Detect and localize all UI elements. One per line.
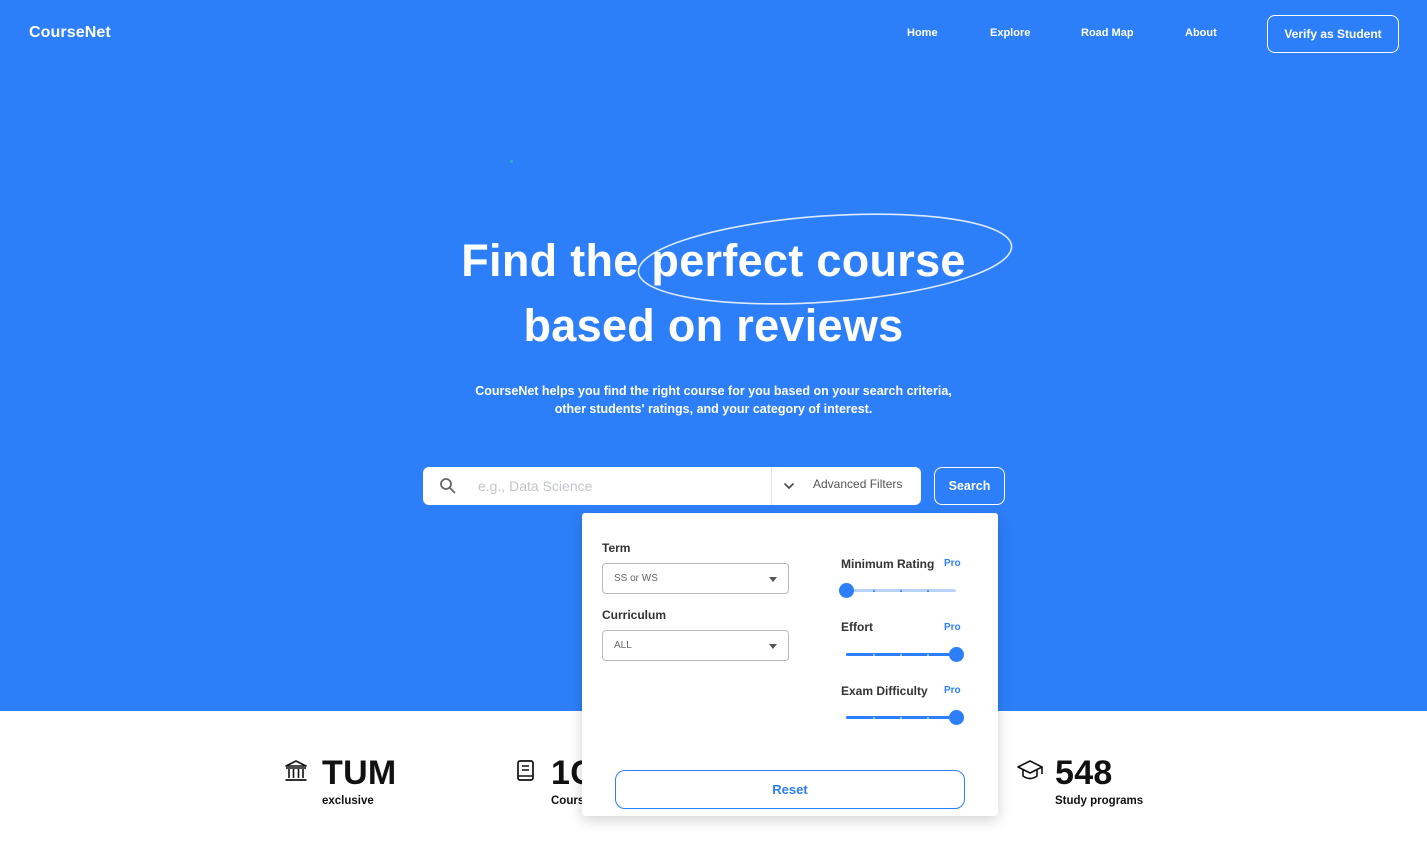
caret-down-icon — [769, 644, 777, 649]
effort-label: Effort — [841, 620, 873, 634]
pro-badge: Pro — [944, 558, 961, 569]
nav-home[interactable]: Home — [907, 27, 938, 39]
term-select[interactable]: SS or WS — [602, 563, 789, 594]
headline-line-1: Find the perfect course — [461, 235, 966, 286]
search-input[interactable] — [478, 476, 758, 496]
curriculum-value: ALL — [614, 640, 632, 651]
stat-label-programs: Study programs — [1055, 795, 1144, 807]
stat-label-courses: Cours — [551, 795, 585, 807]
slider-tick — [873, 717, 875, 719]
graduation-cap-icon — [1017, 760, 1043, 780]
curriculum-select[interactable]: ALL — [602, 630, 789, 661]
reset-button[interactable]: Reset — [615, 770, 965, 809]
curriculum-label: Curriculum — [602, 608, 667, 622]
slider-thumb[interactable] — [948, 710, 964, 725]
nav-explore[interactable]: Explore — [990, 27, 1030, 39]
decorative-dot — [510, 160, 513, 163]
slider-tick — [927, 717, 929, 719]
slider-tick — [873, 654, 875, 656]
headline-line-2: based on reviews — [523, 300, 904, 351]
pro-badge: Pro — [944, 622, 961, 633]
exam-difficulty-slider[interactable] — [846, 709, 964, 727]
pro-badge: Pro — [944, 685, 961, 696]
effort-slider[interactable] — [846, 646, 964, 664]
stat-label-exclusive: exclusive — [322, 795, 374, 807]
institution-icon — [285, 760, 307, 781]
slider-tick — [900, 590, 902, 592]
search-divider — [771, 467, 772, 505]
slider-tick — [873, 590, 875, 592]
chevron-down-icon[interactable] — [782, 479, 796, 493]
verify-student-button[interactable]: Verify as Student — [1267, 15, 1399, 53]
nav-road-map[interactable]: Road Map — [1081, 27, 1134, 39]
book-icon — [517, 760, 534, 781]
advanced-filters-panel: Term SS or WS Curriculum ALL Minimum Rat… — [582, 513, 998, 816]
slider-tick — [927, 654, 929, 656]
slider-tick — [900, 717, 902, 719]
advanced-filters-toggle[interactable]: Advanced Filters — [813, 477, 902, 491]
hero-subtext-2: other students' ratings, and your catego… — [554, 402, 873, 416]
exam-difficulty-label: Exam Difficulty — [841, 684, 928, 698]
min-rating-slider[interactable] — [838, 582, 956, 600]
search-bar: Advanced Filters — [423, 467, 921, 505]
nav-about[interactable]: About — [1185, 27, 1217, 39]
brand-logo[interactable]: CourseNet — [29, 24, 111, 42]
caret-down-icon — [769, 577, 777, 582]
stat-value-programs: 548 — [1055, 754, 1113, 792]
term-value: SS or WS — [614, 573, 658, 584]
slider-thumb[interactable] — [948, 647, 964, 662]
stat-value-tum: TUM — [322, 754, 397, 792]
term-label: Term — [602, 541, 631, 555]
slider-tick — [900, 654, 902, 656]
slider-tick — [927, 590, 929, 592]
slider-thumb[interactable] — [838, 583, 854, 598]
hero-subtext-1: CourseNet helps you find the right cours… — [475, 384, 952, 398]
search-icon — [440, 478, 456, 494]
search-button[interactable]: Search — [934, 467, 1005, 505]
min-rating-label: Minimum Rating — [841, 557, 935, 571]
